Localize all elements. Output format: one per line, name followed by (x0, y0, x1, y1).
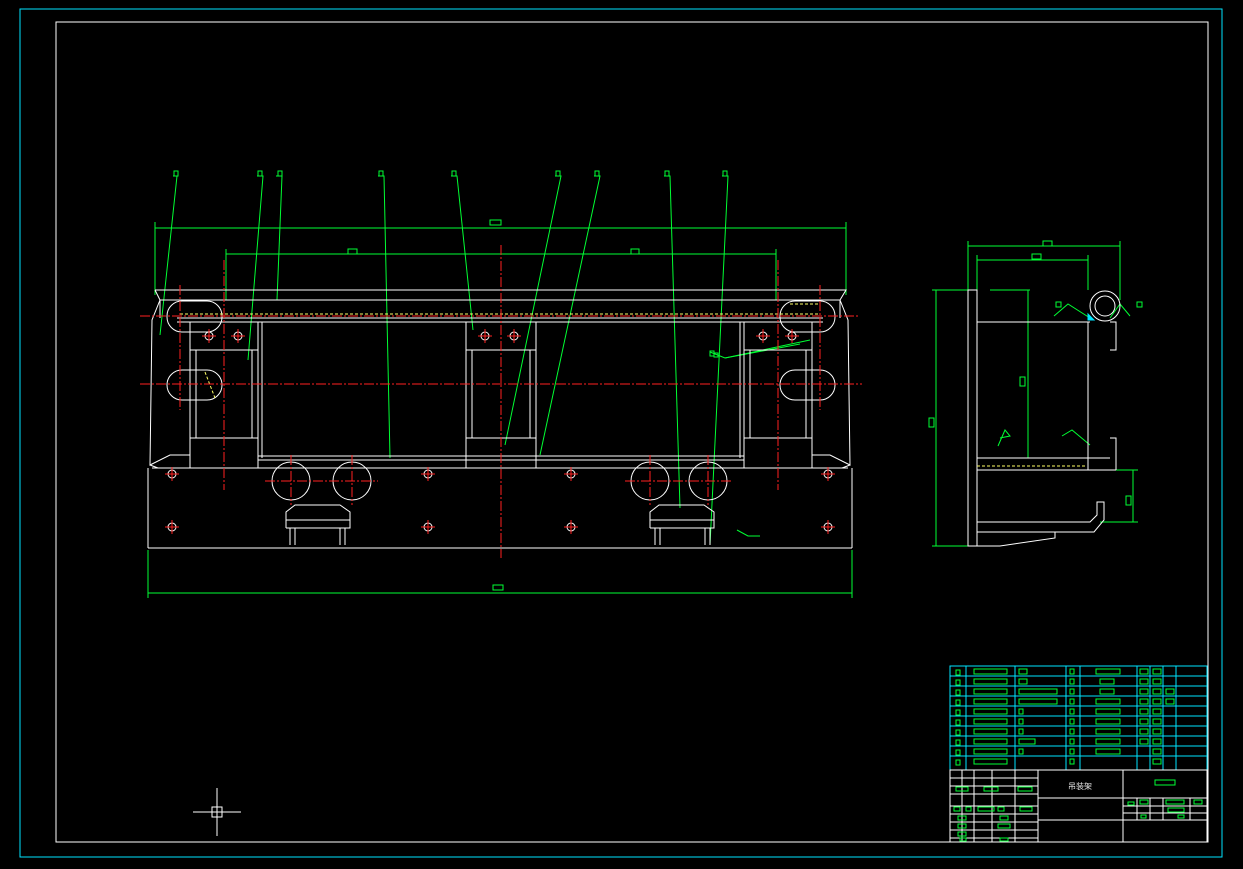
bolt-holes (167, 331, 833, 532)
drawing-title: 吊装架 (1068, 781, 1092, 791)
side-view (928, 240, 1143, 547)
front-view (140, 170, 862, 598)
bolt-hole-centers (165, 329, 835, 534)
side-outline (967, 289, 1121, 547)
frame-outline (147, 289, 853, 549)
cad-drawing-canvas[interactable]: 吊装架 (0, 0, 1243, 869)
balloon-numbers (173, 170, 728, 358)
parts-list-table (949, 665, 1208, 771)
dimensions-front (147, 219, 853, 598)
sheet-border (19, 8, 1223, 858)
crosshair-cursor-icon (193, 788, 241, 836)
centerlines (140, 245, 862, 558)
dimensions-side (928, 240, 1143, 547)
title-block: 吊装架 (949, 769, 1208, 843)
